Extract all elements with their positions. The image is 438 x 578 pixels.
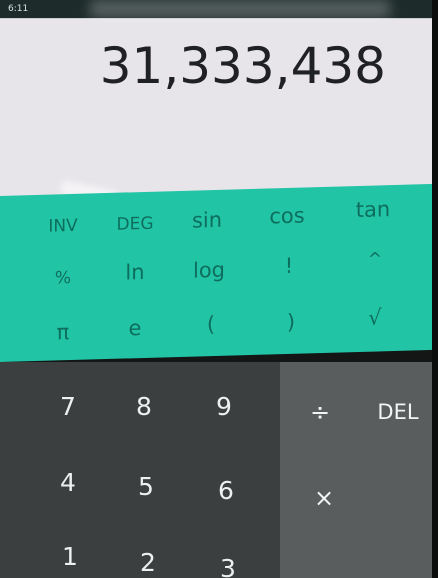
sin-key[interactable]: sin [172,207,242,233]
advanced-row-3: π e ( ) √ [0,302,438,354]
digit-5-button[interactable]: 5 [116,472,176,501]
advanced-row-2: % ln log ! ^ [0,248,438,300]
numpad: 7 8 9 4 5 6 1 2 3 [0,362,280,578]
cos-key[interactable]: cos [252,203,322,229]
display-panel: 31,333,438 [0,18,438,207]
delete-button[interactable]: DEL [368,400,428,424]
ln-key[interactable]: ln [100,259,170,285]
digit-4-button[interactable]: 4 [38,468,98,497]
calculator-screen: 6:11 31,333,438 INV DEG sin cos tan % ln… [0,0,438,578]
power-key[interactable]: ^ [340,249,410,271]
device-bezel [432,0,438,578]
divide-button[interactable]: ÷ [300,398,340,426]
sqrt-key[interactable]: √ [340,305,410,331]
display-value: 31,333,438 [99,37,386,95]
close-paren-key[interactable]: ) [256,309,326,335]
advanced-functions-panel: INV DEG sin cos tan % ln log ! ^ π e ( )… [0,183,438,362]
advanced-row-1: INV DEG sin cos tan [0,194,438,246]
open-paren-key[interactable]: ( [176,311,246,337]
operators-panel: ÷ DEL × [280,362,438,578]
tan-key[interactable]: tan [338,197,408,223]
top-glare [90,0,390,18]
digit-1-button[interactable]: 1 [40,542,100,571]
e-key[interactable]: e [100,315,170,341]
digit-7-button[interactable]: 7 [38,392,98,421]
digit-9-button[interactable]: 9 [194,392,254,421]
status-time: 6:11 [8,4,29,14]
digit-3-button[interactable]: 3 [198,554,258,578]
log-key[interactable]: log [174,257,244,283]
percent-key[interactable]: % [28,267,98,289]
digit-6-button[interactable]: 6 [196,476,256,505]
inv-key[interactable]: INV [28,215,98,237]
deg-key[interactable]: DEG [100,213,170,235]
digit-2-button[interactable]: 2 [118,548,178,577]
factorial-key[interactable]: ! [254,253,324,279]
pi-key[interactable]: π [28,319,98,345]
digit-8-button[interactable]: 8 [114,392,174,421]
multiply-button[interactable]: × [304,484,344,512]
